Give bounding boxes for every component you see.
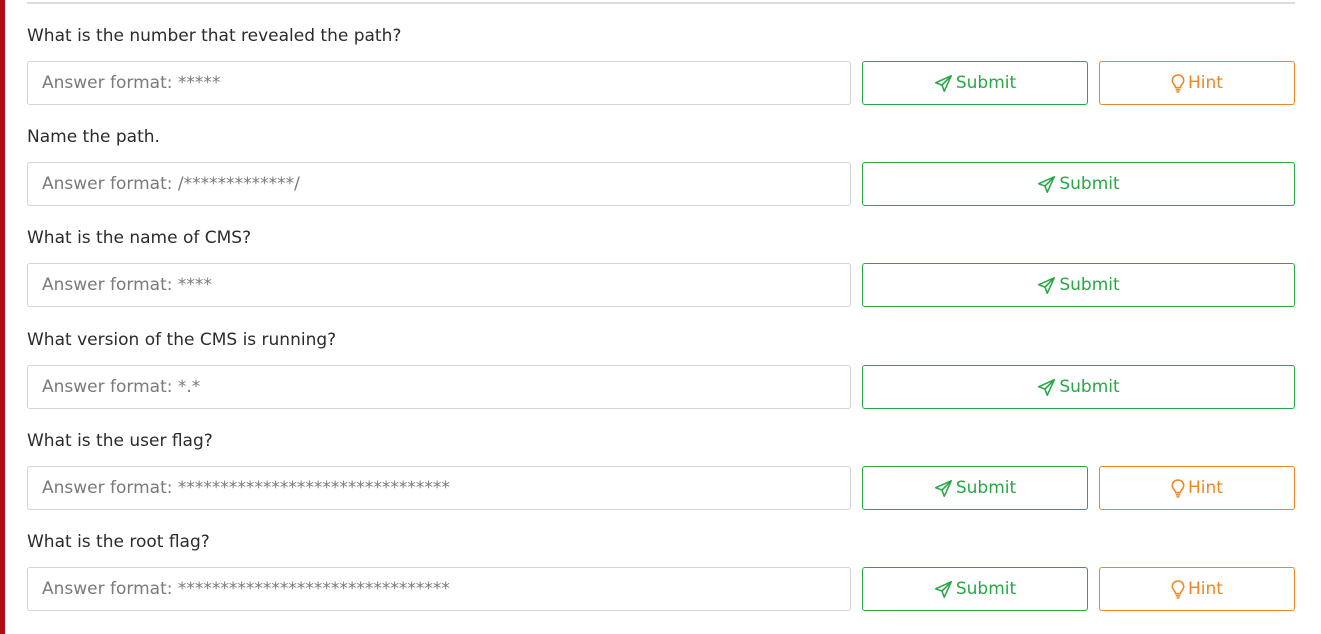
- hint-button[interactable]: Hint: [1099, 61, 1295, 105]
- hint-label: Hint: [1188, 579, 1223, 599]
- question-label: What is the user flag?: [27, 431, 213, 451]
- submit-label: Submit: [955, 478, 1017, 498]
- accent-bar: [0, 0, 5, 634]
- answer-input[interactable]: [27, 61, 851, 105]
- paper-plane-icon: [934, 479, 953, 497]
- hint-button[interactable]: Hint: [1099, 567, 1295, 611]
- submit-button[interactable]: Submit: [862, 466, 1088, 510]
- submit-button[interactable]: Submit: [862, 61, 1088, 105]
- questions-panel: What is the number that revealed the pat…: [0, 0, 1321, 634]
- paper-plane-icon: [1037, 276, 1056, 294]
- question-label: What is the name of CMS?: [27, 228, 252, 248]
- submit-label: Submit: [1059, 174, 1120, 194]
- submit-label: Submit: [955, 579, 1017, 599]
- answer-input[interactable]: [27, 162, 851, 206]
- paper-plane-icon: [1037, 175, 1056, 193]
- answer-input[interactable]: [27, 263, 851, 307]
- answer-input[interactable]: [27, 466, 851, 510]
- answer-input[interactable]: [27, 365, 851, 409]
- submit-button[interactable]: Submit: [862, 162, 1295, 206]
- answer-input[interactable]: [27, 567, 851, 611]
- submit-button[interactable]: Submit: [862, 365, 1295, 409]
- submit-label: Submit: [1059, 377, 1120, 397]
- paper-plane-icon: [934, 74, 953, 92]
- lightbulb-icon: [1171, 478, 1185, 498]
- lightbulb-icon: [1171, 579, 1185, 599]
- top-divider: [27, 2, 1295, 4]
- submit-label: Submit: [955, 73, 1017, 93]
- submit-label: Submit: [1059, 275, 1120, 295]
- hint-button[interactable]: Hint: [1099, 466, 1295, 510]
- paper-plane-icon: [934, 580, 953, 598]
- question-label: What is the root flag?: [27, 532, 210, 552]
- lightbulb-icon: [1171, 73, 1185, 93]
- hint-label: Hint: [1188, 73, 1223, 93]
- question-label: What version of the CMS is running?: [27, 330, 337, 350]
- submit-button[interactable]: Submit: [862, 567, 1088, 611]
- hint-label: Hint: [1188, 478, 1223, 498]
- paper-plane-icon: [1037, 378, 1056, 396]
- question-label: Name the path.: [27, 127, 160, 147]
- question-label: What is the number that revealed the pat…: [27, 26, 402, 46]
- submit-button[interactable]: Submit: [862, 263, 1295, 307]
